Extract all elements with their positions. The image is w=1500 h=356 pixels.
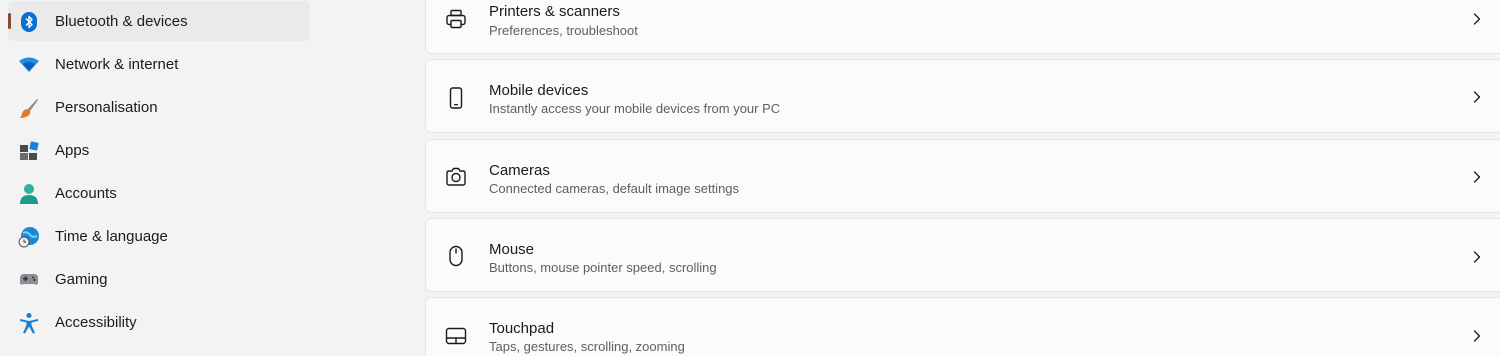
card-subtitle: Taps, gestures, scrolling, zooming (489, 339, 685, 354)
sidebar-item-label: Gaming (55, 270, 108, 288)
selection-indicator (8, 13, 11, 29)
sidebar-item-label: Accessibility (55, 313, 137, 331)
sidebar-item-accessibility[interactable]: Accessibility (8, 302, 310, 342)
card-mouse[interactable]: Mouse Buttons, mouse pointer speed, scro… (425, 218, 1500, 292)
bluetooth-icon (18, 11, 40, 33)
card-title: Touchpad (489, 320, 555, 337)
chevron-right-icon (1473, 13, 1481, 25)
card-subtitle: Instantly access your mobile devices fro… (489, 101, 781, 116)
touchpad-icon (444, 324, 468, 348)
gamepad-icon (18, 269, 40, 291)
chevron-right-icon (1473, 171, 1481, 183)
accounts-icon (18, 183, 40, 205)
sidebar-item-gaming[interactable]: Gaming (8, 259, 310, 299)
brush-icon (18, 97, 40, 119)
camera-icon (444, 165, 468, 189)
sidebar: Bluetooth & devices Network & internet P… (0, 0, 320, 356)
card-title: Mobile devices (489, 82, 589, 99)
mouse-icon (444, 244, 468, 268)
sidebar-item-personalisation[interactable]: Personalisation (8, 87, 310, 127)
phone-icon (444, 86, 468, 110)
sidebar-item-time-language[interactable]: Time & language (8, 216, 310, 256)
card-title: Printers & scanners (489, 3, 620, 20)
card-mobile-devices[interactable]: Mobile devices Instantly access your mob… (425, 59, 1500, 133)
card-title: Mouse (489, 241, 535, 258)
chevron-right-icon (1473, 251, 1481, 263)
sidebar-item-bluetooth-devices[interactable]: Bluetooth & devices (8, 1, 310, 41)
card-subtitle: Connected cameras, default image setting… (489, 181, 740, 196)
sidebar-item-label: Accounts (55, 184, 117, 202)
sidebar-item-label: Time & language (55, 227, 168, 245)
printer-icon (444, 7, 468, 31)
card-cameras[interactable]: Cameras Connected cameras, default image… (425, 139, 1500, 213)
card-touchpad[interactable]: Touchpad Taps, gestures, scrolling, zoom… (425, 297, 1500, 356)
globe-clock-icon (18, 226, 40, 248)
sidebar-item-label: Bluetooth & devices (55, 12, 188, 30)
accessibility-icon (18, 312, 40, 334)
sidebar-item-label: Apps (55, 141, 90, 159)
settings-content: Printers & scanners Preferences, trouble… (425, 0, 1500, 356)
sidebar-item-label: Network & internet (55, 55, 179, 73)
sidebar-item-label: Personalisation (55, 98, 158, 116)
card-subtitle: Preferences, troubleshoot (489, 23, 638, 38)
wifi-icon (18, 54, 40, 76)
apps-icon (18, 140, 40, 162)
card-subtitle: Buttons, mouse pointer speed, scrolling (489, 260, 717, 275)
sidebar-item-network-internet[interactable]: Network & internet (8, 44, 310, 84)
chevron-right-icon (1473, 330, 1481, 342)
sidebar-item-accounts[interactable]: Accounts (8, 173, 310, 213)
card-printers-scanners[interactable]: Printers & scanners Preferences, trouble… (425, 0, 1500, 54)
sidebar-item-apps[interactable]: Apps (8, 130, 310, 170)
card-title: Cameras (489, 162, 550, 179)
chevron-right-icon (1473, 91, 1481, 103)
